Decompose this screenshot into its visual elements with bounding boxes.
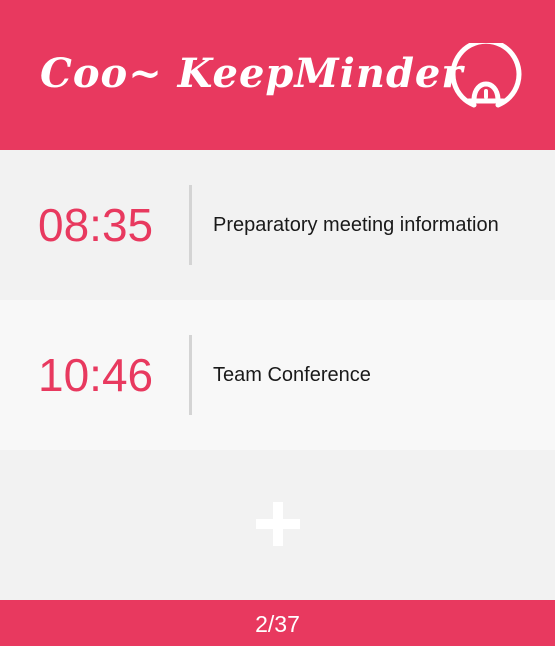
row-divider (189, 335, 192, 415)
app-header: Coo~ KeepMinder (0, 0, 555, 150)
reminder-time: 08:35 (38, 199, 154, 251)
page-indicator: 2/37 (255, 611, 300, 637)
reminder-row[interactable]: 08:35 Preparatory meeting information (0, 150, 555, 300)
app-title: Coo~ KeepMinder (40, 50, 464, 97)
plus-icon[interactable] (254, 500, 302, 548)
row-divider (189, 185, 192, 265)
reminder-time: 10:46 (38, 349, 154, 401)
reminder-row[interactable]: 10:46 Team Conference (0, 300, 555, 450)
reminder-title: Team Conference (213, 364, 371, 386)
reminder-title: Preparatory meeting information (213, 214, 499, 236)
footer-bar: 2/37 (0, 600, 555, 646)
bell-icon[interactable] (449, 38, 523, 117)
